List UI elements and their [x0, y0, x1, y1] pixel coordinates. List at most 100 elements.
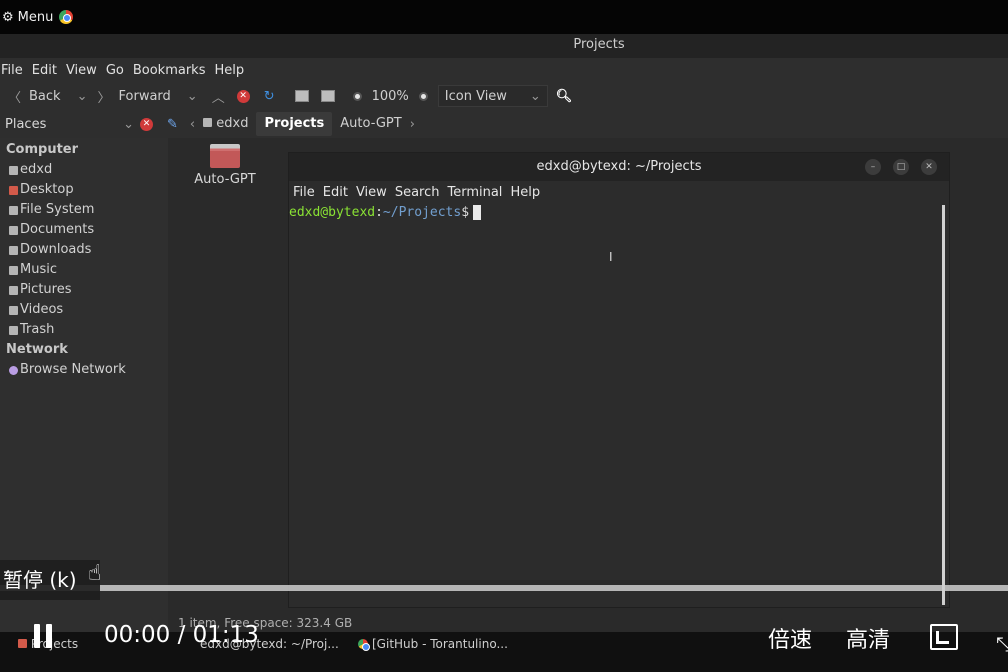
terminal-menu-terminal[interactable]: Terminal	[447, 185, 502, 200]
terminal-window[interactable]: edxd@bytexd: ~/Projects – □ ✕ File Edit …	[288, 152, 950, 608]
prompt-user: edxd@bytexd	[289, 205, 375, 220]
places-label: Places	[5, 117, 46, 132]
sidebar-item-browse-network[interactable]: Browse Network	[0, 360, 168, 380]
sidebar-heading-network: Network	[0, 340, 168, 360]
terminal-titlebar[interactable]: edxd@bytexd: ~/Projects – □ ✕	[289, 153, 949, 181]
taskbar-item-browser[interactable]: [GitHub - Torantulino...	[358, 637, 508, 651]
edit-location-icon[interactable]: ✎	[167, 117, 178, 132]
zoom-out-icon[interactable]	[353, 92, 362, 101]
prompt-symbol: $	[461, 205, 469, 220]
sidebar-heading-computer: Computer	[0, 140, 168, 160]
video-timecode: 00:00 / 01:13	[104, 622, 259, 648]
path-right-arrow-icon[interactable]: ›	[410, 117, 415, 132]
search-icon[interactable]: 🔍︎	[556, 89, 573, 104]
system-menu-button[interactable]: ⚙ Menu	[2, 10, 53, 25]
sidebar-item-music[interactable]: Music	[0, 260, 168, 280]
terminal-prompt-line[interactable]: edxd@bytexd:~/Projects$	[289, 203, 949, 223]
sidebar-item-label: Trash	[20, 320, 54, 340]
sidebar-item-edxd[interactable]: edxd	[0, 160, 168, 180]
chevron-down-icon: ⌄	[530, 89, 541, 104]
path-button-auto-gpt[interactable]: Auto-GPT	[332, 112, 409, 136]
pause-bar-icon	[34, 624, 40, 648]
menu-label: Menu	[18, 10, 54, 25]
folder-icon	[9, 226, 18, 235]
zoom-level: 100%	[372, 89, 409, 104]
pause-bar-icon	[46, 624, 52, 648]
playback-speed-button[interactable]: 倍速	[768, 622, 812, 654]
folder-icon	[9, 246, 18, 255]
sidebar-item-desktop[interactable]: Desktop	[0, 180, 168, 200]
chrome-icon	[358, 639, 368, 649]
minimize-icon[interactable]: –	[865, 159, 881, 175]
chevron-down-icon: ⌄	[123, 117, 134, 132]
sidebar-item-label: Desktop	[20, 180, 74, 200]
pause-button[interactable]	[34, 624, 56, 650]
back-history-chevron-icon[interactable]: ⌄	[77, 89, 88, 104]
sidebar-item-label: Music	[20, 260, 57, 280]
menu-help[interactable]: Help	[214, 63, 244, 78]
network-icon	[9, 366, 18, 375]
terminal-title: edxd@bytexd: ~/Projects	[537, 159, 702, 174]
sidebar-item-documents[interactable]: Documents	[0, 220, 168, 240]
terminal-scrollbar[interactable]	[942, 205, 945, 605]
terminal-menu-help[interactable]: Help	[510, 185, 540, 200]
sidebar-item-trash[interactable]: Trash	[0, 320, 168, 340]
forward-button[interactable]: 〉 Forward	[97, 87, 170, 106]
forward-label: Forward	[119, 89, 171, 104]
menu-file[interactable]: File	[1, 63, 23, 78]
terminal-menu-edit[interactable]: Edit	[323, 185, 348, 200]
view-mode-select[interactable]: Icon View ⌄	[438, 85, 548, 107]
terminal-menubar: File Edit View Search Terminal Help	[289, 181, 949, 203]
system-top-bar: ⚙ Menu	[0, 0, 1008, 34]
menu-edit[interactable]: Edit	[32, 63, 57, 78]
places-select[interactable]: Places ⌄	[0, 117, 140, 132]
terminal-menu-search[interactable]: Search	[395, 185, 440, 200]
ibeam-cursor-icon: I	[609, 250, 613, 264]
maximize-icon[interactable]: □	[893, 159, 909, 175]
fullscreen-icon[interactable]: ⤡	[996, 632, 1008, 656]
sidebar-item-label: File System	[20, 200, 94, 220]
zoom-in-icon[interactable]	[419, 92, 428, 101]
forward-history-chevron-icon[interactable]: ⌄	[187, 89, 198, 104]
terminal-menu-view[interactable]: View	[356, 185, 387, 200]
folder-item[interactable]: Auto-GPT	[190, 144, 260, 194]
prompt-separator: :	[375, 205, 383, 220]
up-icon[interactable]: ︿	[212, 87, 225, 106]
terminal-menu-file[interactable]: File	[293, 185, 315, 200]
sidebar-item-label: Browse Network	[20, 360, 126, 380]
prompt-path: ~/Projects	[383, 205, 461, 220]
home-icon	[9, 166, 18, 175]
chrome-icon[interactable]	[59, 10, 73, 24]
close-sidebar-icon[interactable]: ✕	[140, 118, 153, 131]
back-button[interactable]: 〈 Back	[8, 87, 61, 106]
close-icon[interactable]: ✕	[921, 159, 937, 175]
file-manager-menubar: File Edit View Go Bookmarks Help	[0, 58, 1008, 82]
sidebar-item-file-system[interactable]: File System	[0, 200, 168, 220]
reload-icon[interactable]: ↻	[264, 89, 275, 104]
path-button-projects[interactable]: Projects	[256, 112, 332, 136]
video-progress-bar[interactable]	[0, 585, 1008, 591]
trash-icon	[9, 326, 18, 335]
path-button-edxd[interactable]: edxd	[195, 112, 256, 136]
sidebar-item-downloads[interactable]: Downloads	[0, 240, 168, 260]
chevron-left-icon: 〈	[8, 87, 21, 106]
stop-icon[interactable]: ✕	[237, 90, 250, 103]
menu-view[interactable]: View	[66, 63, 97, 78]
folder-icon	[9, 306, 18, 315]
picture-in-picture-icon[interactable]	[930, 624, 958, 650]
sidebar-item-pictures[interactable]: Pictures	[0, 280, 168, 300]
home-folder-icon[interactable]	[295, 90, 309, 102]
hand-pointer-icon: ☝	[88, 561, 101, 586]
sidebar-item-videos[interactable]: Videos	[0, 300, 168, 320]
folder-icon	[9, 266, 18, 275]
drive-icon	[9, 206, 18, 215]
menu-bookmarks[interactable]: Bookmarks	[133, 63, 206, 78]
desktop-icon	[9, 186, 18, 195]
places-path-bar: Places ⌄ ✕ ✎ ‹ edxd Projects Auto-GPT ›	[0, 110, 1008, 138]
folder-icon	[18, 639, 27, 648]
computer-icon[interactable]	[321, 90, 335, 102]
folder-icon	[9, 286, 18, 295]
quality-button[interactable]: 高清	[846, 622, 890, 654]
sidebar-item-label: Downloads	[20, 240, 91, 260]
menu-go[interactable]: Go	[106, 63, 124, 78]
